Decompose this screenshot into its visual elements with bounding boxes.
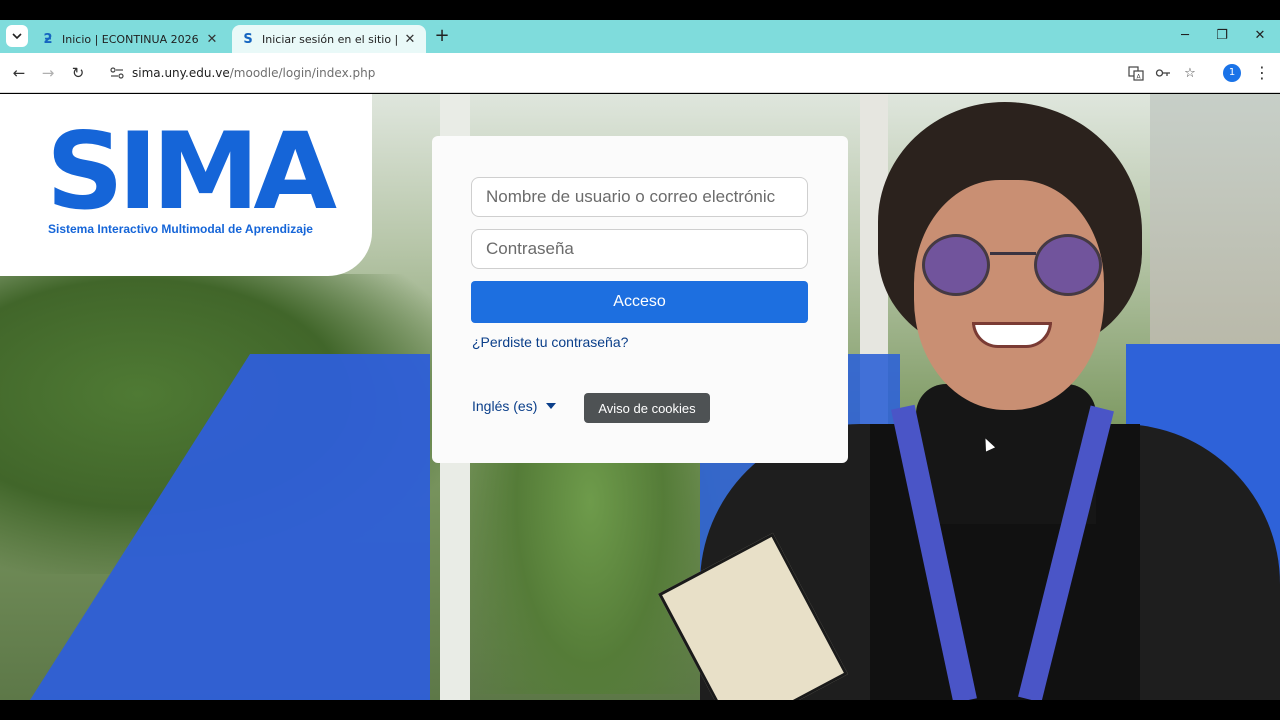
language-selector[interactable]: Inglés (es) (472, 398, 557, 414)
window-close-icon[interactable]: ✕ (1250, 26, 1270, 46)
login-card: Acceso ¿Perdiste tu contraseña? Inglés (… (432, 136, 848, 463)
forgot-password-link[interactable]: ¿Perdiste tu contraseña? (472, 334, 628, 350)
password-input[interactable] (471, 229, 808, 269)
new-tab-button[interactable]: + (434, 27, 450, 45)
tab-search-button[interactable] (6, 25, 28, 47)
tab-login[interactable]: S Iniciar sesión en el sitio | UNY 2 ✕ (232, 25, 426, 53)
translate-icon[interactable]: A (1128, 65, 1144, 81)
username-input[interactable] (471, 177, 808, 217)
caret-down-icon (546, 403, 557, 409)
tab-title: Iniciar sesión en el sitio | UNY 2 (262, 32, 402, 46)
close-icon[interactable]: ✕ (204, 32, 220, 47)
tab-title: Inicio | ECONTINUA 2026 (62, 32, 199, 46)
site-info-icon[interactable] (108, 64, 126, 82)
logo-tagline: Sistema Interactivo Multimodal de Aprend… (48, 222, 313, 236)
address-bar[interactable]: sima.uny.edu.ve/moodle/login/index.php (98, 58, 1208, 88)
back-arrow-icon[interactable]: ← (8, 62, 30, 84)
close-icon[interactable]: ✕ (402, 32, 418, 47)
language-label: Inglés (es) (472, 398, 538, 414)
sima-s-icon: S (243, 31, 253, 47)
chevron-down-icon (12, 33, 22, 40)
url-text: sima.uny.edu.ve/moodle/login/index.php (132, 66, 375, 80)
logo-card: SIMA Sistema Interactivo Multimodal de A… (0, 94, 372, 276)
url-host: sima.uny.edu.ve (132, 66, 230, 80)
sunglasses-lens (922, 234, 990, 296)
econtinua-icon: ƻ (43, 31, 53, 47)
minimize-icon[interactable]: ─ (1175, 26, 1195, 46)
login-page: SIMA Sistema Interactivo Multimodal de A… (0, 94, 1280, 700)
sunglasses-lens (1034, 234, 1102, 296)
tab-strip: ƻ Inicio | ECONTINUA 2026 ✕ S Iniciar se… (0, 20, 1280, 53)
cookies-notice-button[interactable]: Aviso de cookies (584, 393, 710, 423)
browser-toolbar: ← → ↻ sima.uny.edu.ve/moodle/login/index… (0, 53, 1280, 93)
restore-icon[interactable]: ❐ (1212, 26, 1232, 46)
password-key-icon[interactable] (1155, 65, 1171, 81)
login-button[interactable]: Acceso (471, 281, 808, 323)
reload-icon[interactable]: ↻ (67, 62, 89, 84)
forward-arrow-icon[interactable]: → (37, 62, 59, 84)
tab-econtinua[interactable]: ƻ Inicio | ECONTINUA 2026 ✕ (32, 25, 228, 53)
sunglasses-bridge (990, 252, 1036, 255)
browser-menu-icon[interactable]: ⋮ (1254, 63, 1270, 83)
letterbox-top (0, 0, 1280, 20)
url-path: /moodle/login/index.php (229, 66, 376, 80)
bookmark-star-icon[interactable]: ☆ (1182, 65, 1198, 81)
letterbox-bottom (0, 700, 1280, 720)
sima-logo: SIMA (46, 110, 337, 233)
profile-avatar[interactable]: 1 (1223, 64, 1241, 82)
